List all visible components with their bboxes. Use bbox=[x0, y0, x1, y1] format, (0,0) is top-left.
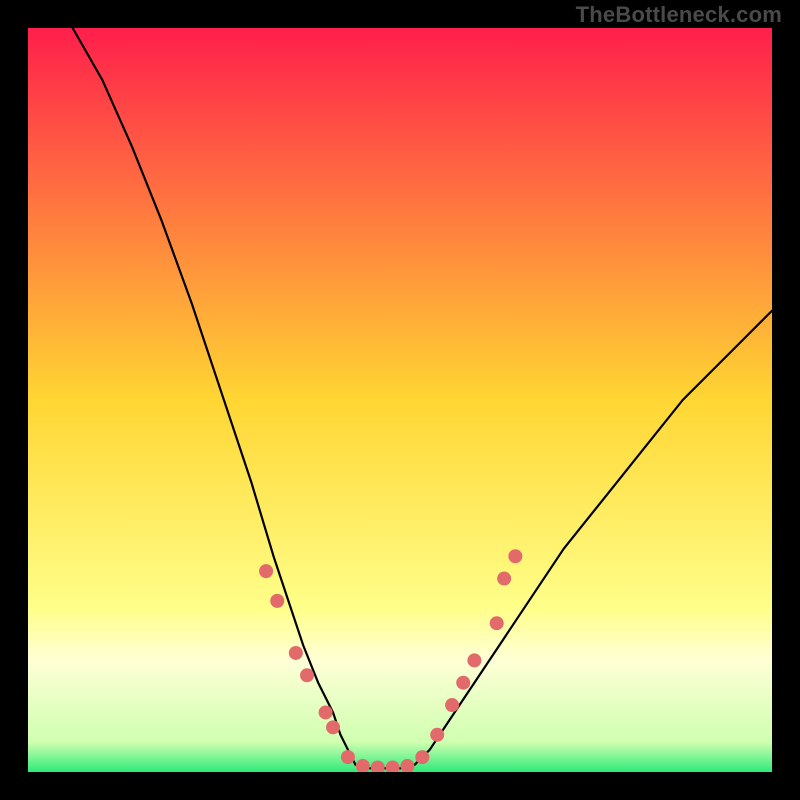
data-marker bbox=[300, 668, 314, 682]
data-marker bbox=[467, 653, 481, 667]
data-marker bbox=[497, 572, 511, 586]
data-marker bbox=[490, 616, 504, 630]
data-marker bbox=[326, 720, 340, 734]
chart-frame: TheBottleneck.com bbox=[0, 0, 800, 800]
data-marker bbox=[270, 594, 284, 608]
data-marker bbox=[456, 676, 470, 690]
data-marker bbox=[445, 698, 459, 712]
data-marker bbox=[430, 728, 444, 742]
chart-background bbox=[28, 28, 772, 772]
watermark-text: TheBottleneck.com bbox=[576, 2, 782, 28]
chart-svg bbox=[28, 28, 772, 772]
data-marker bbox=[415, 750, 429, 764]
data-marker bbox=[341, 750, 355, 764]
chart-plot-area bbox=[28, 28, 772, 772]
data-marker bbox=[289, 646, 303, 660]
data-marker bbox=[259, 564, 273, 578]
data-marker bbox=[508, 549, 522, 563]
data-marker bbox=[319, 705, 333, 719]
